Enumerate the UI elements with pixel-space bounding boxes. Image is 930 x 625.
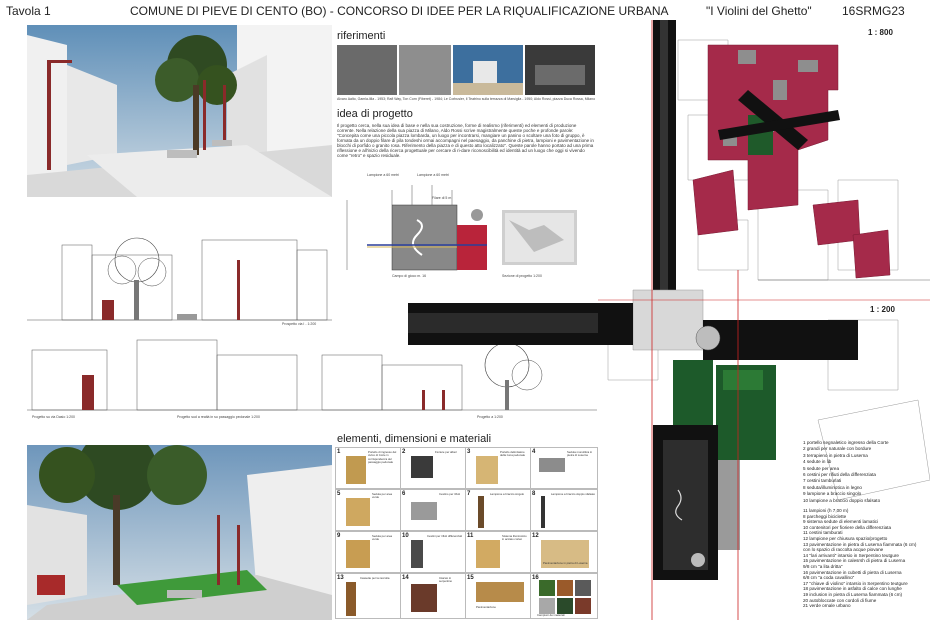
material-card: 4 Seduta monolitica in pietra di Luserna [530,447,598,489]
reference-photo-2 [399,45,451,95]
material-text: Sistema illuminotico in acciaio corten [502,534,527,542]
material-text: Pavimentazione [476,605,496,609]
material-card: 6 Cestino per rifiuti [400,489,466,531]
legend-item: 21 verde ornale urbano [803,603,851,609]
material-number: 12 [532,533,539,539]
references-title: riferimenti [337,30,386,42]
material-number: 1 [337,449,341,455]
materials-grid: 1 Portello di ingresso del civico di Cor… [335,447,598,619]
reference-photo-1 [337,45,397,95]
material-card: 11 Sistema illuminotico in acciaio corte… [465,531,531,573]
section-caption: Sezione di progetto 1:200 [502,274,542,278]
material-text: Lampione a braccio singolo [490,492,525,496]
main-street-inner [408,313,598,333]
material-number: 5 [337,491,341,497]
material-card: 1 Portello di ingresso del civico di Cor… [335,447,401,489]
legend-item: 10 lampione a braccio doppio sfalsato [803,497,881,503]
legend-2: 11 lampioni (h 7,00 m) 8 parcheggi bicic… [803,508,916,609]
material-text: Intarsio in serpentino [439,576,453,584]
material-number: 13 [337,575,344,581]
project-name: "I Violini del Ghetto" [706,4,812,18]
material-card: 12 Pavimentazione in pietra di Luserna [530,531,598,573]
material-card: 5 Seduta per area verde [335,489,401,531]
material-card: 14 Intarsio in serpentino [400,573,466,619]
material-card: 15 Pavimentazione [465,573,531,619]
concept-row-label: Filare di 5 m [432,196,452,200]
material-number: 4 [532,449,536,455]
material-text: Lampione a braccio doppio sfalsato [551,492,596,496]
legend-item: 19 inclusion in pietra di Luserna fiamma… [803,591,903,597]
material-card: 2 Fioriere per alberi [400,447,466,489]
material-text: Cestino per rifiuti [439,492,460,496]
material-number: 15 [467,575,474,581]
concept-text: Il progetto cerca, nella sua idea di bas… [337,123,594,158]
material-number: 7 [467,491,471,497]
project-code: 16SRMG23 [842,4,905,18]
sheet-number: Tavola 1 [6,4,51,18]
elevation-1: Prospetto via I - 1:200 [27,230,332,330]
material-text: Fioriere per alberi [435,450,457,454]
material-number: 2 [402,449,406,455]
page-title: COMUNE DI PIEVE DI CENTO (BO) - CONCORSO… [130,4,669,18]
material-card: 13 Cassette per la raccolta [335,573,401,619]
material-text: Portello di ingresso del civico di Corte… [368,450,397,465]
material-text: Seduta monolitica in pietra di Luserna [567,450,593,458]
render-top-image [27,25,332,197]
material-number: 10 [402,533,409,539]
material-card: 16 Campioni dei materiali [530,573,598,619]
material-text: Portello delimitatore della zona pedonal… [500,450,526,458]
scale-label-top: 1 : 800 [868,28,893,37]
reference-photo-4 [525,45,595,95]
material-card: 3 Portello delimitatore della zona pedon… [465,447,531,489]
material-card: 9 Seduta per area verde [335,531,401,573]
material-text: Pavimentazione in pietra di Luserna [543,561,588,565]
material-text: Seduta per area verde [372,492,393,500]
references-caption: Alvaro Aalto, Gamla-lilla - 1953; Rafi W… [337,97,595,101]
reference-photos [337,45,595,95]
scale-label-bottom: 1 : 200 [870,305,895,314]
concept-diagram: Lampione a 60 metri Lampione a 60 metri … [337,170,595,280]
material-number: 11 [467,533,474,539]
material-number: 9 [337,533,341,539]
material-number: 3 [467,449,471,455]
render-top [27,25,332,197]
material-text: Campioni dei materiali [537,613,565,617]
concept-court-label: Campo di gioco m. 16 [392,274,427,278]
elevation-3-caption: Progetto sud a realtà in su passaggio pe… [177,415,260,419]
reference-photo-3 [453,45,523,95]
elevation-1-caption: Prospetto via I - 1:200 [282,322,317,326]
legend-1: 1 portello segnaletico ingresso della Co… [803,440,889,504]
concept-light-label-2: Lampione a 60 metri [417,173,449,177]
material-card: 7 Lampione a braccio singolo [465,489,531,531]
material-text: Cestini per rifiuti differenziati [427,534,463,538]
material-number: 14 [402,575,409,581]
material-number: 6 [402,491,406,497]
material-card: 10 Cestini per rifiuti differenziati [400,531,466,573]
elevation-4-caption: Progetto a 1:200 [477,415,503,419]
material-text: Cassette per la raccolta [360,576,390,580]
concept-light-label-1: Lampione a 60 metri [367,173,399,177]
material-text: Seduta per area verde [372,534,393,542]
material-card: 8 Lampione a braccio doppio sfalsato [530,489,598,531]
concept-title: idea di progetto [337,108,413,120]
material-number: 8 [532,491,536,497]
elevation-2-caption: Progetto su via Dasio 1:200 [32,415,75,419]
material-number: 16 [532,575,539,581]
materials-title: elementi, dimensioni e materiali [337,433,492,445]
render-bottom [27,445,332,620]
render-bottom-image [27,445,332,620]
